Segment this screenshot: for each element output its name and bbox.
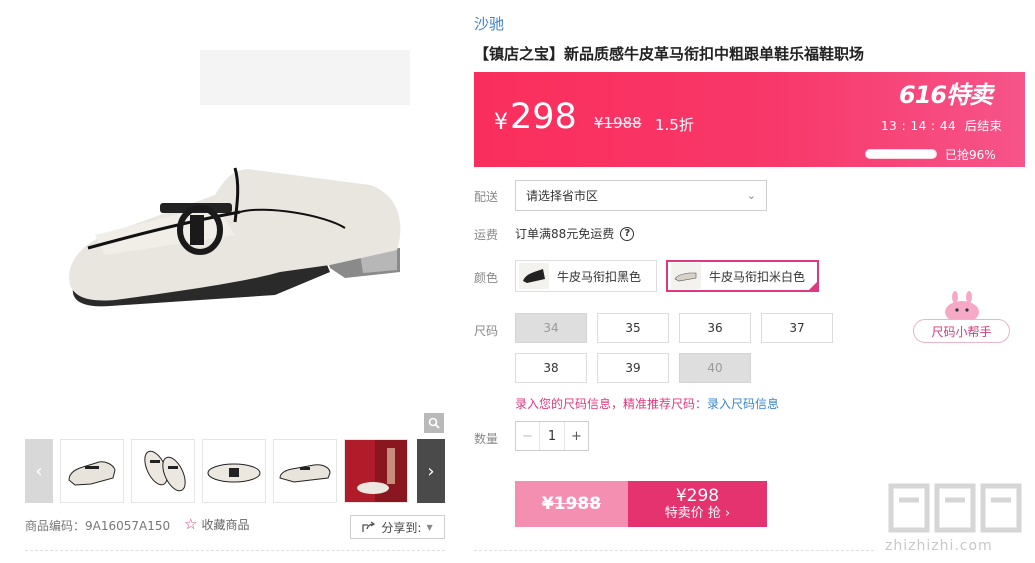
size-option-39[interactable]: 39 — [597, 353, 669, 383]
color-option-black[interactable]: 牛皮马衔扣黑色 — [515, 260, 657, 292]
product-title: 【镇店之宝】新品质感牛皮革马衔扣中粗跟单鞋乐福鞋职场 — [474, 45, 865, 63]
quantity-minus-button[interactable]: − — [516, 422, 540, 450]
share-label: 分享到: — [381, 520, 422, 535]
selected-check-icon — [807, 280, 819, 292]
currency-symbol: ¥ — [494, 110, 508, 135]
color-label: 颜色 — [474, 271, 499, 285]
size-tip: 录入您的尺码信息，精准推荐尺码：录入尺码信息 — [515, 395, 779, 412]
size-tip-text: 录入您的尺码信息，精准推荐尺码： — [515, 397, 708, 411]
buy-original-price: ¥1988 — [515, 481, 628, 527]
size-option-40: 40 — [679, 353, 751, 383]
watermark-text: zhizhizhi.com — [885, 538, 993, 554]
buy-now-area[interactable]: ¥298 特卖价 抢 › — [628, 481, 767, 527]
chevron-left-icon: ‹ — [35, 460, 43, 482]
size-label: 尺码 — [474, 324, 499, 338]
quantity-stepper[interactable]: − 1 + — [515, 421, 589, 451]
quantity-input[interactable]: 1 — [540, 422, 564, 450]
shipping-text: 订单满88元免运费 — [515, 227, 615, 241]
favorite-label: 收藏商品 — [201, 517, 250, 532]
info-divider — [474, 550, 874, 551]
thumbnail-next-button[interactable]: › — [417, 439, 445, 503]
thumbnail-prev-button[interactable]: ‹ — [25, 439, 53, 503]
discount: 1.5折 — [655, 116, 694, 134]
favorite-button[interactable]: ☆ 收藏商品 — [184, 515, 249, 533]
quantity-label: 数量 — [474, 432, 499, 446]
thumbnail-5[interactable] — [344, 439, 408, 503]
size-option-36[interactable]: 36 — [679, 313, 751, 343]
color-option-label: 牛皮马衔扣米白色 — [709, 269, 806, 284]
product-code: 商品编码：9A16057A150 — [25, 519, 171, 533]
brand-link[interactable]: 沙驰 — [474, 13, 504, 34]
help-icon[interactable]: ? — [620, 226, 635, 241]
size-helper-button[interactable]: 尺码小帮手 — [913, 319, 1010, 343]
region-select-value: 请选择省市区 — [526, 189, 599, 203]
color-option-offwhite[interactable]: 牛皮马衔扣米白色 — [666, 260, 819, 292]
color-thumb-black — [519, 263, 549, 289]
delivery-label: 配送 — [474, 190, 499, 204]
shipping-label: 运费 — [474, 228, 499, 242]
share-icon — [362, 521, 376, 532]
price-banner: ¥ 298 ¥1988 1.5折 616特卖 13 : 14 : 44 后结束 … — [474, 72, 1025, 167]
countdown-timer: 13 : 14 : 44 后结束 — [881, 117, 1002, 134]
gallery-divider — [25, 550, 445, 551]
timer-suffix: 后结束 — [964, 119, 1003, 133]
size-option-35[interactable]: 35 — [597, 313, 669, 343]
zoom-icon[interactable] — [424, 413, 444, 433]
region-select[interactable]: 请选择省市区 ⌄ — [515, 180, 767, 211]
color-option-label: 牛皮马衔扣黑色 — [557, 269, 642, 284]
buy-action-label: 特卖价 抢 › — [664, 506, 731, 522]
thumbnail-4[interactable] — [273, 439, 337, 503]
timer-value: 13 : 14 : 44 — [881, 119, 957, 133]
size-option-38[interactable]: 38 — [515, 353, 587, 383]
sale-tag-616: 616特卖 — [899, 81, 993, 109]
size-tip-link[interactable]: 录入尺码信息 — [707, 397, 779, 411]
sold-percentage: 已抢96% — [945, 148, 996, 162]
sold-progress-fill — [866, 150, 934, 158]
chevron-down-icon: ⌄ — [746, 189, 756, 202]
color-thumb-offwhite — [671, 263, 701, 289]
thumbnail-2[interactable] — [131, 439, 195, 503]
shipping-info: 订单满88元免运费 ? — [515, 225, 635, 242]
original-price: ¥1988 — [594, 114, 642, 132]
share-button[interactable]: 分享到: ▼ — [350, 515, 445, 539]
sale-price: 298 — [510, 97, 577, 137]
buy-sale-price: ¥298 — [675, 486, 720, 506]
buy-button[interactable]: ¥1988 ¥298 特卖价 抢 › — [515, 481, 767, 527]
sold-progress-bar — [865, 149, 937, 159]
thumbnail-3[interactable] — [202, 439, 266, 503]
quantity-plus-button[interactable]: + — [564, 422, 588, 450]
size-option-37[interactable]: 37 — [761, 313, 833, 343]
caret-down-icon: ▼ — [426, 522, 433, 532]
star-icon: ☆ — [184, 515, 198, 533]
chevron-right-icon: › — [427, 460, 435, 482]
thumbnail-1[interactable] — [60, 439, 124, 503]
main-product-image — [25, 10, 445, 435]
size-option-34: 34 — [515, 313, 587, 343]
